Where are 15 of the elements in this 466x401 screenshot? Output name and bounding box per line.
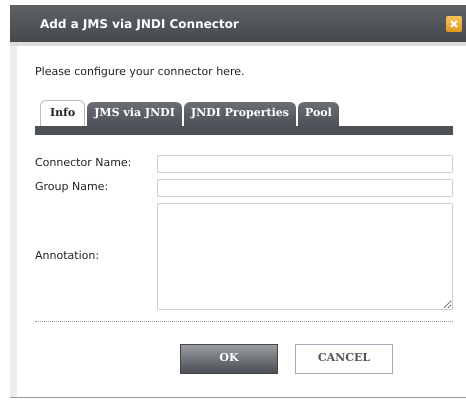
field-label: Annotation: (35, 248, 100, 264)
close-icon[interactable] (446, 16, 462, 32)
cancel-button[interactable]: CANCEL (295, 344, 393, 374)
window-title: Add a JMS via JNDI Connector (40, 16, 239, 32)
input-field[interactable] (157, 178, 453, 196)
annotation-field[interactable] (157, 202, 453, 310)
tab[interactable]: JNDI Properties (184, 102, 296, 126)
tab[interactable]: Info (40, 100, 86, 126)
field-label: Connector Name: (35, 155, 132, 172)
field-label: Group Name: (35, 179, 110, 196)
ok-button[interactable]: OK (180, 344, 278, 374)
input-field[interactable] (157, 154, 453, 172)
tab[interactable]: JMS via JNDI (87, 102, 182, 126)
tab[interactable]: Pool (298, 102, 339, 126)
intro-text: Please configure your connector here. (35, 64, 246, 80)
